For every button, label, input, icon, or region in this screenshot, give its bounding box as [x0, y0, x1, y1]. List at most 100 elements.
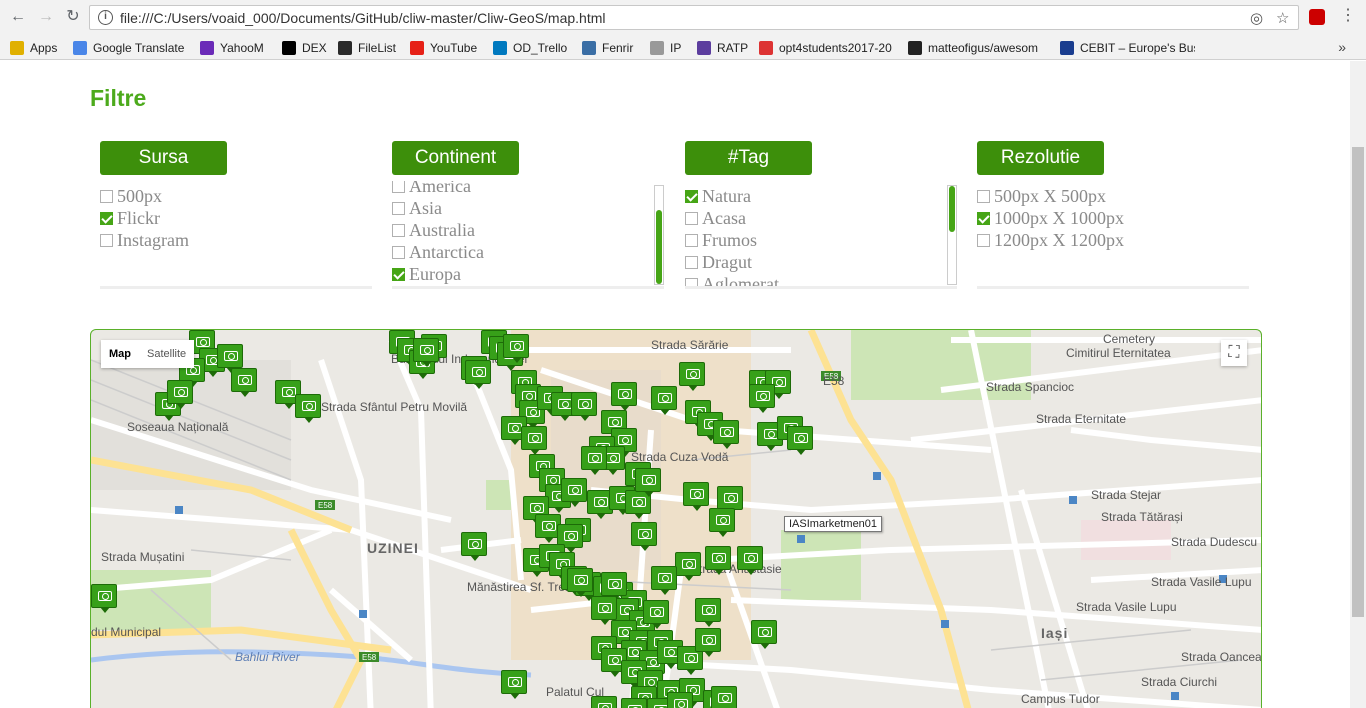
- bookmark-item[interactable]: Google Translate: [73, 39, 191, 56]
- map[interactable]: E58 E58 E58 Cemetery Cimitirul Eternitate…: [90, 329, 1262, 708]
- checkbox[interactable]: [392, 223, 405, 237]
- filter-header-button[interactable]: Sursa: [100, 141, 227, 175]
- filter-option[interactable]: Instagram: [100, 229, 189, 251]
- filter-option[interactable]: 500px X 500px: [977, 185, 1106, 207]
- photo-marker[interactable]: [695, 598, 721, 627]
- filter-options-list[interactable]: 500px Flickr Instagram: [100, 181, 375, 287]
- reload-icon[interactable]: ↻: [63, 7, 83, 27]
- url-text[interactable]: file:///C:/Users/voaid_000/Documents/Git…: [120, 10, 606, 26]
- filter-option[interactable]: Frumos: [685, 229, 757, 251]
- checkbox[interactable]: [392, 181, 405, 193]
- location-icon[interactable]: ◎: [1250, 9, 1263, 27]
- photo-marker[interactable]: [737, 546, 763, 575]
- filter-option[interactable]: America: [392, 181, 471, 197]
- photo-marker[interactable]: [601, 572, 627, 601]
- photo-marker[interactable]: [717, 486, 743, 515]
- bookmark-item[interactable]: OD_Trello: [493, 39, 573, 56]
- forward-icon[interactable]: →: [36, 7, 56, 27]
- photo-marker[interactable]: [91, 584, 117, 613]
- filter-header-button[interactable]: #Tag: [685, 141, 812, 175]
- photo-marker[interactable]: [501, 670, 527, 699]
- photo-marker[interactable]: [167, 380, 193, 409]
- bookmarks-overflow-icon[interactable]: »: [1338, 39, 1346, 55]
- filter-option[interactable]: Natura: [685, 185, 751, 207]
- photo-marker[interactable]: [591, 596, 617, 625]
- filter-options-list[interactable]: Natura Acasa Frumos Dragut Aglomerat: [685, 181, 960, 287]
- filter-option[interactable]: 1200px X 1200px: [977, 229, 1124, 251]
- photo-marker[interactable]: [217, 344, 243, 373]
- filter-option[interactable]: Asia: [392, 197, 442, 219]
- photo-marker[interactable]: [667, 692, 693, 708]
- photo-marker[interactable]: [643, 600, 669, 629]
- checkbox[interactable]: [977, 189, 990, 203]
- photo-marker[interactable]: [751, 620, 777, 649]
- filter-scrollbar-thumb[interactable]: [656, 210, 662, 284]
- filter-scrollbar[interactable]: [654, 185, 664, 285]
- address-bar[interactable]: i file:///C:/Users/voaid_000/Documents/G…: [89, 5, 1299, 30]
- photo-marker[interactable]: [683, 482, 709, 511]
- info-icon[interactable]: i: [98, 10, 113, 25]
- photo-marker[interactable]: [295, 394, 321, 423]
- photo-marker[interactable]: [465, 360, 491, 389]
- filter-scrollbar-thumb[interactable]: [949, 186, 955, 232]
- filter-scrollbar[interactable]: [947, 185, 957, 285]
- checkbox[interactable]: [392, 201, 405, 215]
- bookmark-item[interactable]: RATP: [697, 39, 749, 56]
- photo-marker[interactable]: [631, 522, 657, 551]
- filter-option[interactable]: Flickr: [100, 207, 160, 229]
- photo-marker[interactable]: [635, 468, 661, 497]
- bookmark-item[interactable]: Apps: [10, 39, 65, 56]
- filter-option[interactable]: Dragut: [685, 251, 752, 273]
- bookmark-item[interactable]: IP: [650, 39, 688, 56]
- fullscreen-icon[interactable]: ⛶: [1221, 340, 1247, 366]
- photo-marker[interactable]: [621, 698, 647, 708]
- filter-option[interactable]: Acasa: [685, 207, 746, 229]
- filter-option[interactable]: 1000px X 1000px: [977, 207, 1124, 229]
- photo-marker[interactable]: [675, 552, 701, 581]
- photo-marker[interactable]: [705, 546, 731, 575]
- filter-options-list[interactable]: 500px X 500px 1000px X 1000px 1200px X 120…: [977, 181, 1252, 287]
- photo-marker[interactable]: [787, 426, 813, 455]
- filter-option[interactable]: Aglomerat: [685, 273, 779, 287]
- checkbox[interactable]: [100, 189, 113, 203]
- photo-marker[interactable]: [581, 446, 607, 475]
- checkbox[interactable]: [392, 245, 405, 259]
- photo-marker[interactable]: [231, 368, 257, 397]
- bookmark-item[interactable]: DEX: [282, 39, 330, 56]
- checkbox[interactable]: [685, 211, 698, 225]
- filter-option[interactable]: Australia: [392, 219, 475, 241]
- bookmark-item[interactable]: opt4students2017-20: [759, 39, 899, 56]
- photo-marker[interactable]: [571, 392, 597, 421]
- checkbox[interactable]: [977, 233, 990, 247]
- checkbox[interactable]: [685, 255, 698, 269]
- star-icon[interactable]: ☆: [1276, 9, 1289, 27]
- photo-marker[interactable]: [695, 628, 721, 657]
- photo-marker[interactable]: [679, 362, 705, 391]
- photo-marker[interactable]: [709, 508, 735, 537]
- bookmark-item[interactable]: CEBIT – Europe's Busi: [1060, 39, 1195, 56]
- photo-marker[interactable]: [713, 420, 739, 449]
- photo-marker[interactable]: [503, 334, 529, 363]
- bookmark-item[interactable]: Fenrir: [582, 39, 642, 56]
- menu-icon[interactable]: ⋮: [1340, 8, 1356, 24]
- filter-option[interactable]: Antarctica: [392, 241, 484, 263]
- photo-marker[interactable]: [521, 426, 547, 455]
- filter-options-list[interactable]: America Asia Australia Antarctica Europa: [392, 181, 667, 287]
- checkbox[interactable]: [685, 189, 698, 203]
- back-icon[interactable]: ←: [8, 7, 28, 27]
- checkbox[interactable]: [100, 233, 113, 247]
- map-type-satellite-button[interactable]: Satellite: [139, 340, 194, 368]
- photo-marker[interactable]: [711, 686, 737, 708]
- scrollbar-thumb[interactable]: [1352, 147, 1364, 617]
- filter-option[interactable]: Europa: [392, 263, 461, 285]
- photo-marker[interactable]: [567, 568, 593, 597]
- photo-marker[interactable]: [611, 382, 637, 411]
- checkbox[interactable]: [100, 211, 113, 225]
- photo-marker[interactable]: [651, 566, 677, 595]
- bookmark-item[interactable]: matteofigus/awesom: [908, 39, 1053, 56]
- bookmark-item[interactable]: YouTube: [410, 39, 485, 56]
- photo-marker[interactable]: [561, 478, 587, 507]
- photo-marker[interactable]: [413, 338, 439, 367]
- photo-marker[interactable]: [749, 384, 775, 413]
- photo-marker[interactable]: [461, 532, 487, 561]
